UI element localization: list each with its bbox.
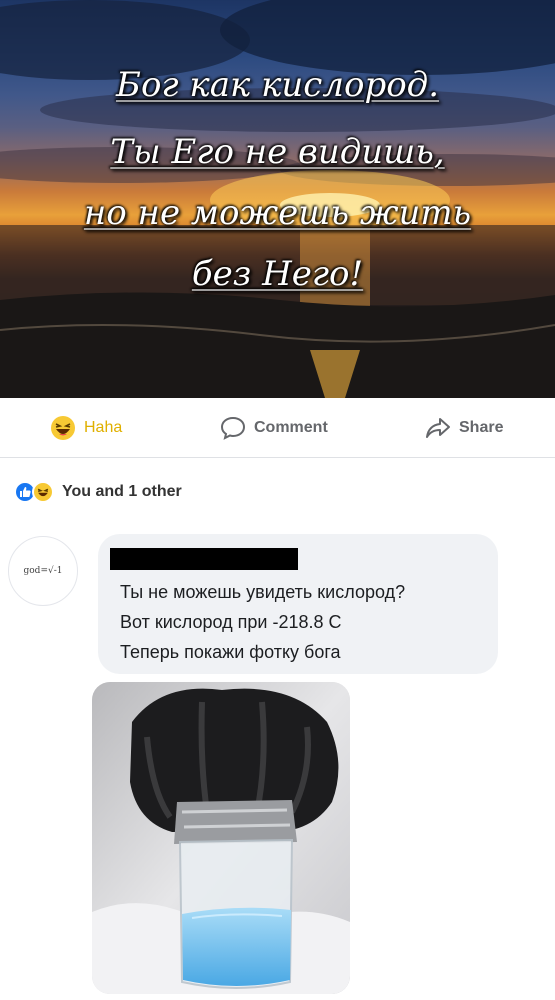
comment-button[interactable]: Comment	[220, 414, 328, 442]
quote-line-2: Ты Его не видишь,	[110, 132, 445, 172]
comment-photo[interactable]	[92, 682, 350, 994]
avatar[interactable]: god=√-1	[8, 536, 78, 606]
quote-line-4: без Него!	[191, 254, 364, 294]
comment-bubble: Ты не можешь увидеть кислород? Вот кисло…	[98, 534, 498, 674]
haha-emoji-icon	[50, 415, 76, 441]
post-action-bar: Haha Comment Share	[0, 398, 555, 458]
post-image[interactable]: Бог как кислород. Ты Его не видишь, но н…	[0, 0, 555, 398]
speech-bubble-icon	[220, 416, 246, 440]
haha-button[interactable]: Haha	[50, 414, 122, 442]
quote-line-3: но не можешь жить	[83, 193, 472, 233]
haha-label: Haha	[84, 419, 123, 436]
comment-line-3: Теперь покажи фотку бога	[120, 642, 341, 662]
quote-line-1: Бог как кислород.	[115, 65, 440, 105]
haha-icon	[32, 481, 54, 503]
share-arrow-icon	[425, 416, 451, 440]
comment-line-2: Вот кислород при -218.8 С	[120, 612, 342, 632]
reaction-summary-text: You and 1 other	[62, 483, 182, 500]
comment-label: Comment	[254, 419, 328, 436]
share-button[interactable]: Share	[425, 414, 503, 442]
reaction-summary[interactable]: You and 1 other	[14, 478, 182, 506]
comment-line-1: Ты не можешь увидеть кислород?	[120, 582, 406, 602]
liquid-oxygen-vial-photo	[92, 682, 350, 994]
redacted-username	[110, 548, 298, 570]
share-label: Share	[459, 419, 504, 436]
avatar-text: god=√-1	[23, 566, 63, 576]
